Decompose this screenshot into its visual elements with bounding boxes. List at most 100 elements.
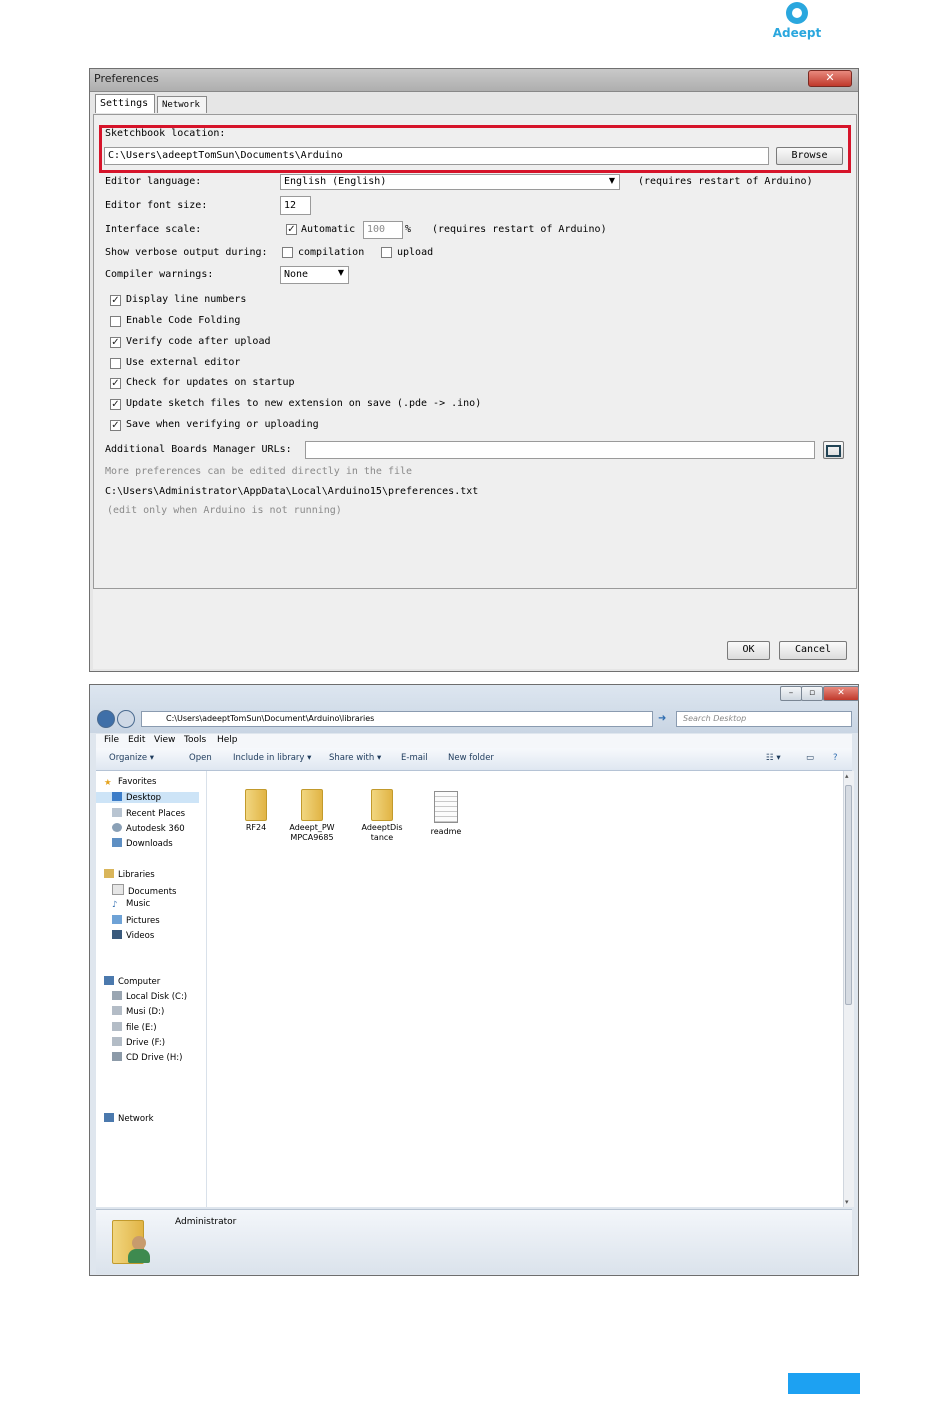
music-icon: ♪ <box>112 900 118 910</box>
user-folder-icon <box>112 1216 152 1266</box>
include-library-button[interactable]: Include in library ▾ <box>233 753 311 763</box>
back-icon[interactable] <box>97 710 115 728</box>
help-icon[interactable]: ? <box>833 753 838 763</box>
new-folder-button[interactable]: New folder <box>448 753 494 763</box>
star-icon: ★ <box>104 778 112 788</box>
go-arrow-icon[interactable]: ➜ <box>658 713 666 724</box>
nav-computer[interactable]: Computer <box>104 976 160 987</box>
cloud-icon <box>112 823 122 832</box>
window-icon[interactable] <box>823 441 844 459</box>
downloads-icon <box>112 838 122 847</box>
menu-help[interactable]: Help <box>217 735 238 745</box>
update-extension-checkbox[interactable]: ✓ <box>110 399 121 410</box>
upload-checkbox[interactable] <box>381 247 392 258</box>
command-bar: Organize ▾ Open Include in library ▾ Sha… <box>96 748 852 771</box>
sketchbook-path-input[interactable]: C:\Users\adeeptTomSun\Documents\Arduino <box>104 147 769 165</box>
nav-drive-d[interactable]: Musi (D:) <box>112 1006 164 1017</box>
close-button[interactable]: ✕ <box>808 70 852 87</box>
email-button[interactable]: E-mail <box>401 753 428 763</box>
preview-pane-icon[interactable]: ▭ <box>806 753 814 763</box>
automatic-checkbox[interactable]: ✓ <box>286 224 297 235</box>
forward-icon[interactable] <box>117 710 135 728</box>
option-label: Enable Code Folding <box>126 315 241 326</box>
nav-desktop[interactable]: Desktop <box>96 792 199 803</box>
upload-label: upload <box>397 247 434 258</box>
maximize-icon[interactable]: ▫ <box>801 686 823 701</box>
address-bar[interactable]: C:\Users\adeeptTomSun\Document\Arduino\l… <box>141 711 653 727</box>
chevron-down-icon: ▼ <box>608 176 615 185</box>
nav-drive-f[interactable]: Drive (F:) <box>112 1037 165 1048</box>
scroll-thumb[interactable] <box>845 785 852 1005</box>
display-line-numbers-checkbox[interactable]: ✓ <box>110 295 121 306</box>
tab-settings[interactable]: Settings <box>95 94 155 113</box>
enable-code-folding-checkbox[interactable] <box>110 316 121 327</box>
save-on-verify-checkbox[interactable]: ✓ <box>110 420 121 431</box>
file-item-readme[interactable]: readme <box>415 791 477 837</box>
editor-language-select[interactable]: English (English) ▼ <box>280 174 620 190</box>
recent-places-icon <box>112 808 122 817</box>
share-with-button[interactable]: Share with ▾ <box>329 753 381 763</box>
external-editor-checkbox[interactable] <box>110 358 121 369</box>
scroll-up-icon[interactable]: ▴ <box>845 772 849 780</box>
nav-network[interactable]: Network <box>104 1113 154 1124</box>
scale-spinner[interactable]: 100 <box>363 221 403 239</box>
nav-local-disk-c[interactable]: Local Disk (C:) <box>112 991 187 1002</box>
option-label: Update sketch files to new extension on … <box>126 398 482 409</box>
minimize-icon[interactable]: – <box>780 686 802 701</box>
menu-tools[interactable]: Tools <box>184 735 206 745</box>
interface-scale-label: Interface scale: <box>105 224 202 235</box>
compiler-warnings-select[interactable]: None ▼ <box>280 266 349 284</box>
open-button[interactable]: Open <box>189 753 212 763</box>
drive-icon <box>112 1037 122 1046</box>
nav-downloads[interactable]: Downloads <box>112 838 173 849</box>
dialog-title: Preferences <box>94 72 159 85</box>
nav-documents[interactable]: Documents <box>112 884 176 897</box>
close-icon[interactable]: ✕ <box>823 686 859 701</box>
editor-language-value: English (English) <box>284 176 387 187</box>
view-options-icon[interactable]: ☷ ▾ <box>766 753 781 763</box>
file-item-adeeptdistance[interactable]: AdeeptDistance <box>351 789 413 843</box>
option-label: Use external editor <box>126 357 241 368</box>
compilation-checkbox[interactable] <box>282 247 293 258</box>
verify-after-upload-checkbox[interactable]: ✓ <box>110 337 121 348</box>
edit-note: (edit only when Arduino is not running) <box>107 505 342 516</box>
nav-recent-places[interactable]: Recent Places <box>112 808 185 819</box>
nav-favorites[interactable]: ★ Favorites <box>104 777 156 788</box>
logo-text: Adeept <box>772 26 822 40</box>
nav-cd-drive-h[interactable]: CD Drive (H:) <box>112 1052 182 1063</box>
tab-network[interactable]: Network <box>157 96 207 113</box>
boards-urls-input[interactable] <box>305 441 815 459</box>
page-footer-bar <box>788 1373 860 1394</box>
file-item-rf24[interactable]: RF24 <box>225 789 287 833</box>
ok-button[interactable]: OK <box>727 641 770 660</box>
automatic-label: Automatic <box>301 224 356 235</box>
nav-libraries[interactable]: Libraries <box>104 869 155 880</box>
drive-icon <box>112 1006 122 1015</box>
menu-edit[interactable]: Edit <box>128 735 145 745</box>
browse-button[interactable]: Browse <box>776 147 843 165</box>
dialog-titlebar: Preferences ✕ <box>90 69 858 92</box>
nav-videos[interactable]: Videos <box>112 930 154 941</box>
nav-pictures[interactable]: Pictures <box>112 915 160 926</box>
file-item-adeept-pwmpca9685[interactable]: Adeept_PWMPCA9685 <box>281 789 343 843</box>
percent-label: % <box>405 224 412 235</box>
vertical-scrollbar[interactable]: ▴ ▾ <box>843 771 854 1207</box>
menu-file[interactable]: File <box>104 735 119 745</box>
verbose-label: Show verbose output during: <box>105 247 268 258</box>
nav-drive-e[interactable]: file (E:) <box>112 1022 157 1033</box>
search-input[interactable]: Search Desktop <box>676 711 852 727</box>
nav-autodesk-360[interactable]: Autodesk 360 <box>112 823 185 834</box>
menu-view[interactable]: View <box>154 735 175 745</box>
adeept-logo-icon <box>786 2 808 24</box>
font-size-input[interactable]: 12 <box>280 196 311 215</box>
check-updates-checkbox[interactable]: ✓ <box>110 378 121 389</box>
scale-value: 100 <box>367 224 386 235</box>
option-label: Display line numbers <box>126 294 247 305</box>
organize-button[interactable]: Organize ▾ <box>109 753 154 763</box>
scroll-down-icon[interactable]: ▾ <box>845 1198 849 1206</box>
cancel-button[interactable]: Cancel <box>779 641 847 660</box>
nav-music[interactable]: ♪ Music <box>112 899 150 910</box>
boards-urls-label: Additional Boards Manager URLs: <box>105 444 292 455</box>
folder-icon <box>245 789 267 821</box>
folder-icon <box>301 789 323 821</box>
